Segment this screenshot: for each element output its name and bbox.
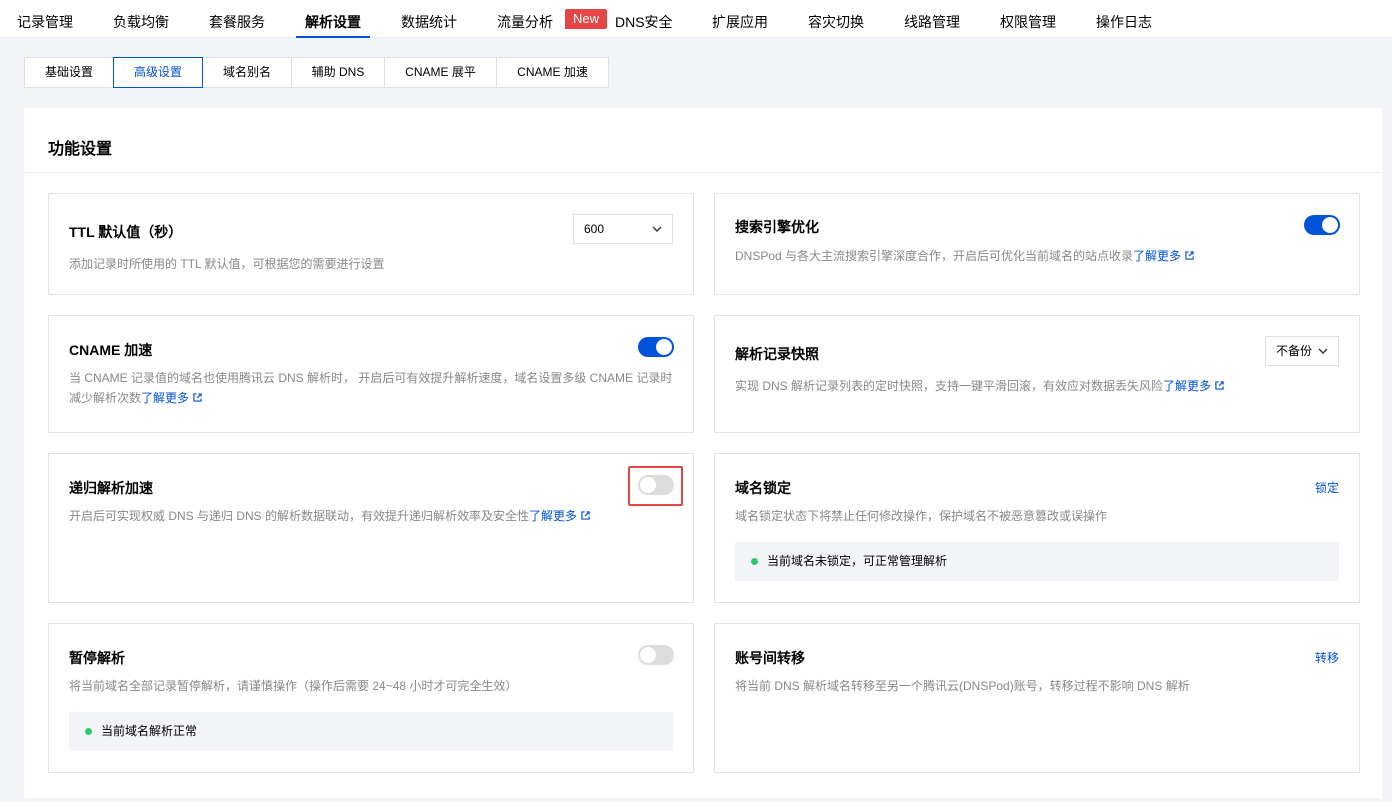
- tab-traffic-analysis[interactable]: 流量分析: [497, 0, 553, 38]
- tab-operation-log[interactable]: 操作日志: [1096, 0, 1152, 38]
- page-title: 功能设置: [48, 141, 113, 158]
- snapshot-learn-more-link[interactable]: 了解更多: [1163, 379, 1211, 393]
- toggle-knob: [1322, 217, 1338, 233]
- lock-status-bar: 当前域名未锁定，可正常管理解析: [735, 542, 1339, 581]
- pause-status-bar: 当前域名解析正常: [69, 712, 673, 751]
- snapshot-card: 解析记录快照 实现 DNS 解析记录列表的定时快照，支持一键平滑回滚，有效应对数…: [714, 315, 1360, 433]
- divider: [24, 172, 1382, 173]
- tab-extensions[interactable]: 扩展应用: [712, 0, 768, 38]
- domain-lock-card: 域名锁定 锁定 域名锁定状态下将禁止任何修改操作，保护域名不被恶意篡改或误操作 …: [714, 453, 1360, 603]
- ttl-select-value: 600: [584, 222, 605, 236]
- account-transfer-title: 账号间转移: [735, 650, 805, 666]
- seo-title: 搜索引擎优化: [735, 219, 819, 235]
- domain-lock-desc: 域名锁定状态下将禁止任何修改操作，保护域名不被恶意篡改或误操作: [735, 509, 1108, 523]
- cname-accel-toggle[interactable]: [638, 337, 674, 357]
- top-nav: 记录管理 负载均衡 套餐服务 解析设置 数据统计 流量分析 DNS安全 扩展应用…: [0, 0, 1392, 38]
- ttl-title: TTL 默认值（秒）: [69, 224, 183, 240]
- snapshot-select-value: 不备份: [1276, 344, 1313, 358]
- status-dot: [751, 558, 758, 565]
- status-dot: [85, 728, 92, 735]
- external-link-icon[interactable]: [1215, 381, 1224, 390]
- seo-toggle[interactable]: [1304, 215, 1340, 235]
- seo-learn-more-link[interactable]: 了解更多: [1133, 249, 1181, 263]
- lock-button[interactable]: 锁定: [1315, 479, 1339, 496]
- pause-resolution-title: 暂停解析: [69, 650, 125, 666]
- cname-accel-title: CNAME 加速: [69, 342, 153, 358]
- pause-resolution-desc: 将当前域名全部记录暂停解析，请谨慎操作（操作后需要 24~48 小时才可完全生效…: [69, 679, 518, 693]
- external-link-icon[interactable]: [581, 511, 590, 520]
- cname-accel-desc-wrap: 当 CNAME 记录值的域名也使用腾讯云 DNS 解析时， 开启后可有效提升解析…: [69, 368, 679, 408]
- highlight-box: [628, 466, 683, 506]
- tab-dns-security[interactable]: DNS安全: [615, 0, 673, 38]
- pause-resolution-toggle[interactable]: [638, 645, 674, 665]
- account-transfer-desc: 将当前 DNS 解析域名转移至另一个腾讯云(DNSPod)账号，转移过程不影响 …: [735, 679, 1190, 693]
- snapshot-desc-wrap: 实现 DNS 解析记录列表的定时快照，支持一键平滑回滚，有效应对数据丢失风险了解…: [735, 376, 1224, 396]
- seo-card: 搜索引擎优化 DNSPod 与各大主流搜索引擎深度合作，开启后可优化当前域名的站…: [714, 193, 1360, 295]
- tab-plan-service[interactable]: 套餐服务: [209, 0, 265, 38]
- external-link-icon[interactable]: [1185, 251, 1194, 260]
- subtab-domain-alias[interactable]: 域名别名: [203, 58, 292, 87]
- toggle-knob: [656, 339, 672, 355]
- subtab-advanced[interactable]: 高级设置: [113, 57, 203, 88]
- subtab-basic[interactable]: 基础设置: [25, 58, 114, 87]
- snapshot-desc: 实现 DNS 解析记录列表的定时快照，支持一键平滑回滚，有效应对数据丢失风险: [735, 379, 1164, 393]
- chevron-down-icon: [652, 226, 662, 232]
- new-badge: New: [565, 9, 607, 29]
- cname-accel-desc-line2: 减少解析次数: [69, 391, 142, 405]
- toggle-knob: [640, 647, 656, 663]
- tab-permissions[interactable]: 权限管理: [1000, 0, 1056, 38]
- tab-load-balance[interactable]: 负载均衡: [113, 0, 169, 38]
- transfer-button[interactable]: 转移: [1315, 649, 1339, 666]
- tab-resolution-settings[interactable]: 解析设置: [296, 0, 370, 38]
- ttl-select[interactable]: 600: [573, 214, 673, 244]
- recursive-accel-title: 递归解析加速: [69, 480, 153, 496]
- ttl-card: TTL 默认值（秒） 添加记录时所使用的 TTL 默认值，可根据您的需要进行设置…: [48, 193, 694, 295]
- account-transfer-card: 账号间转移 转移 将当前 DNS 解析域名转移至另一个腾讯云(DNSPod)账号…: [714, 623, 1360, 773]
- ttl-desc: 添加记录时所使用的 TTL 默认值，可根据您的需要进行设置: [69, 257, 385, 271]
- tab-disaster-recovery[interactable]: 容灾切换: [808, 0, 864, 38]
- pause-status-text: 当前域名解析正常: [101, 724, 198, 738]
- seo-desc: DNSPod 与各大主流搜索引擎深度合作，开启后可优化当前域名的站点收录: [735, 249, 1134, 263]
- chevron-down-icon: [1318, 348, 1328, 354]
- recursive-learn-more-link[interactable]: 了解更多: [529, 509, 577, 523]
- recursive-accel-card: 递归解析加速 开启后可实现权威 DNS 与递归 DNS 的解析数据联动，有效提升…: [48, 453, 694, 603]
- subtab-cname-accel[interactable]: CNAME 加速: [497, 58, 608, 87]
- snapshot-title: 解析记录快照: [735, 346, 819, 362]
- snapshot-select[interactable]: 不备份: [1265, 336, 1339, 366]
- subtab-cname-flatten[interactable]: CNAME 展平: [385, 58, 497, 87]
- cname-accel-card: CNAME 加速 当 CNAME 记录值的域名也使用腾讯云 DNS 解析时， 开…: [48, 315, 694, 433]
- tab-statistics[interactable]: 数据统计: [401, 0, 457, 38]
- pause-resolution-card: 暂停解析 将当前域名全部记录暂停解析，请谨慎操作（操作后需要 24~48 小时才…: [48, 623, 694, 773]
- domain-lock-title: 域名锁定: [735, 480, 791, 496]
- tab-records[interactable]: 记录管理: [17, 0, 73, 38]
- subtab-secondary-dns[interactable]: 辅助 DNS: [292, 58, 385, 87]
- lock-status-text: 当前域名未锁定，可正常管理解析: [767, 554, 948, 568]
- cname-accel-desc-line2-wrap: 减少解析次数了解更多: [69, 388, 679, 408]
- seo-desc-wrap: DNSPod 与各大主流搜索引擎深度合作，开启后可优化当前域名的站点收录了解更多: [735, 246, 1194, 266]
- external-link-icon[interactable]: [193, 393, 202, 402]
- tab-line-management[interactable]: 线路管理: [904, 0, 960, 38]
- cname-accel-desc-line1: 当 CNAME 记录值的域名也使用腾讯云 DNS 解析时， 开启后可有效提升解析…: [69, 371, 673, 385]
- cname-learn-more-link[interactable]: 了解更多: [141, 391, 189, 405]
- recursive-accel-desc: 开启后可实现权威 DNS 与递归 DNS 的解析数据联动，有效提升递归解析效率及…: [69, 509, 530, 523]
- recursive-accel-desc-wrap: 开启后可实现权威 DNS 与递归 DNS 的解析数据联动，有效提升递归解析效率及…: [69, 506, 590, 526]
- sub-tabs: 基础设置 高级设置 域名别名 辅助 DNS CNAME 展平 CNAME 加速: [24, 57, 609, 88]
